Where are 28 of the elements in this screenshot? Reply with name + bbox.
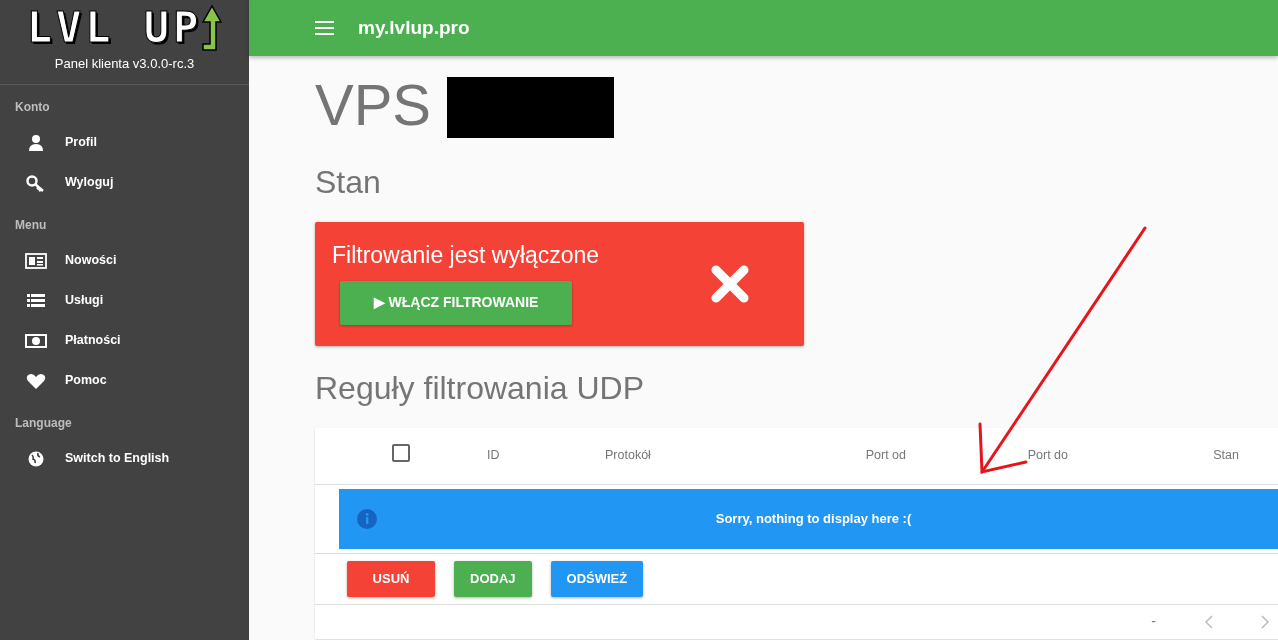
nav-section-title: Konto (14, 98, 51, 116)
nav-item[interactable]: Usługi (0, 280, 249, 321)
refresh-button[interactable]: ODŚWIEŻ (550, 560, 644, 597)
status-message: Filtrowanie jest wyłączone (332, 241, 600, 270)
site-title[interactable]: my.lvlup.pro (358, 13, 470, 43)
nav-item[interactable]: Switch to English (0, 438, 249, 479)
nav-section-title: Language (14, 414, 73, 432)
nav-item[interactable]: Pomoc (0, 360, 249, 401)
column-header[interactable]: Port od (865, 448, 906, 463)
column-header[interactable]: Stan (1213, 448, 1239, 463)
enable-filtering-button[interactable]: ▶ WŁĄCZ FILTROWANIE (340, 280, 572, 325)
nav-item[interactable]: Profil (0, 122, 249, 163)
nav-item[interactable]: Wyloguj (0, 162, 249, 203)
version-label: Panel klienta v3.0.0-rc.3 (53, 55, 196, 73)
delete-button[interactable]: USUŃ (347, 560, 435, 597)
add-button[interactable]: DODAJ (454, 560, 532, 597)
logo-text: LVL UP (26, 4, 203, 52)
empty-message: Sorry, nothing to display here :( (715, 509, 912, 528)
nav-section-title: Menu (14, 216, 48, 234)
pagination-range: - (1151, 612, 1156, 631)
column-header[interactable]: Protokół (605, 448, 651, 463)
section-heading: Reguły filtrowania UDP (315, 368, 645, 408)
column-header[interactable]: ID (487, 448, 500, 463)
column-header[interactable]: Port do (1027, 448, 1068, 463)
nav-item[interactable]: Nowości (0, 240, 249, 281)
section-heading: Stan (315, 163, 382, 202)
nav-item[interactable]: Płatności (0, 320, 249, 361)
page-title: VPS (315, 76, 432, 134)
